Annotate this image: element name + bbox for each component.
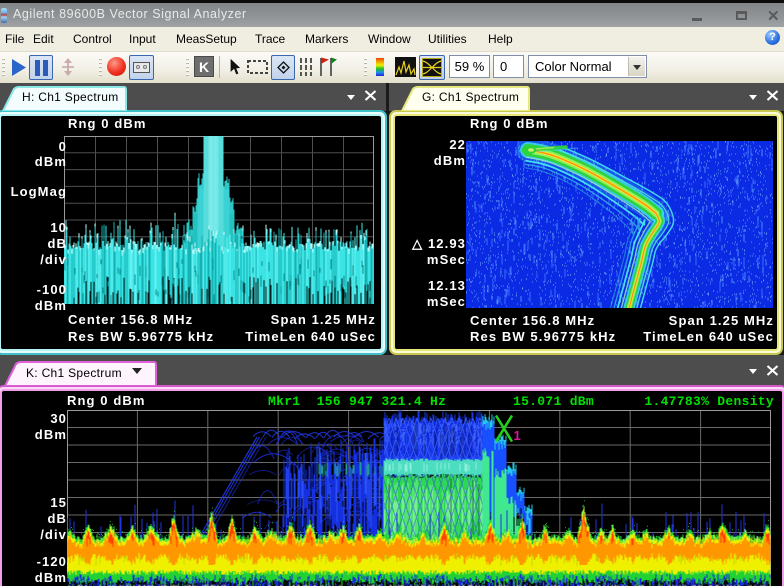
svg-text:1: 1 bbox=[514, 428, 521, 443]
